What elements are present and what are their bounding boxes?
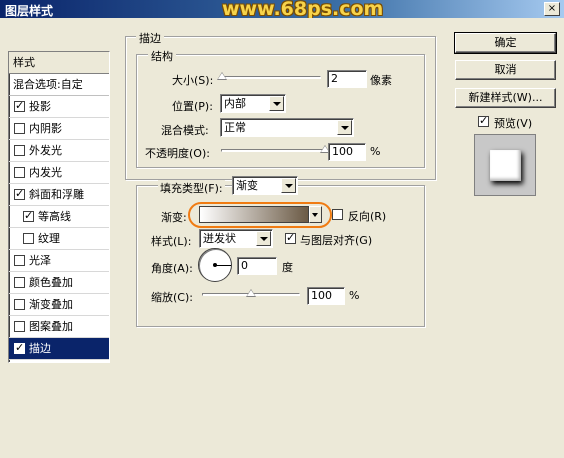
style-checkbox[interactable] [23,233,34,244]
chevron-down-icon[interactable] [309,206,322,223]
angle-input[interactable]: 0 [237,257,277,275]
style-checkbox[interactable] [14,255,25,266]
style-list-item[interactable]: 外发光 [9,140,109,162]
position-select[interactable]: 内部 [220,94,286,113]
position-value: 内部 [224,97,246,110]
opacity-input[interactable]: 100 [328,143,366,161]
angle-dial-hand [215,265,231,266]
size-label: 大小(S): [172,74,214,87]
style-list-item-label: 内阴影 [29,121,62,135]
style-list-header[interactable]: 样式 [9,52,109,74]
size-slider[interactable] [217,72,321,84]
scale-unit: % [349,289,360,302]
style-list-item[interactable]: 内发光 [9,162,109,184]
style-checkbox[interactable] [14,145,25,156]
style-list-item-label: 投影 [29,99,51,113]
style-label: 样式(L): [151,235,192,248]
style-checkbox[interactable] [14,187,25,200]
style-checkbox[interactable] [14,123,25,134]
style-checkbox[interactable] [14,277,25,288]
style-list-item-label: 光泽 [29,253,51,267]
reverse-checkbox[interactable] [332,209,343,220]
style-list-item-label: 颜色叠加 [29,275,73,289]
style-list-item[interactable]: 光泽 [9,250,109,272]
style-list-item-label: 纹理 [38,231,60,245]
fill-type-label: 填充类型(F): [158,180,225,196]
style-list-item[interactable]: 渐变叠加 [9,294,109,316]
style-checkbox[interactable] [23,209,34,222]
style-list-item[interactable]: 内阴影 [9,118,109,140]
opacity-slider[interactable] [221,145,330,157]
style-list-item-label: 斜面和浮雕 [29,187,84,201]
blend-mode-label: 混合模式: [161,124,209,137]
size-input[interactable]: 2 [327,70,367,88]
style-list-item-label: 外发光 [29,143,62,157]
style-list-item-label: 等高线 [38,209,71,223]
blend-mode-value: 正常 [224,121,246,134]
style-preview-thumbnail [474,134,536,196]
style-checkbox[interactable] [14,167,25,178]
style-checkbox[interactable] [14,341,25,354]
reverse-label[interactable]: 反向(R) [348,208,386,224]
gradient-style-select[interactable]: 迸发状 [199,229,273,248]
style-list-item[interactable]: 纹理 [9,228,109,250]
new-style-button[interactable]: 新建样式(W)... [455,88,556,108]
close-button[interactable]: × [544,2,560,16]
stroke-section-title: 描边 [136,30,164,46]
style-list-item-label: 图案叠加 [29,319,73,333]
angle-label: 角度(A): [151,262,193,275]
style-list-item[interactable]: 等高线 [9,206,109,228]
position-label: 位置(P): [172,100,213,113]
angle-dial[interactable] [198,248,232,282]
cancel-button[interactable]: 取消 [455,60,556,80]
style-list-item[interactable]: 投影 [9,96,109,118]
size-slider-thumb[interactable] [217,72,227,80]
align-with-layer-label[interactable]: 与图层对齐(G) [300,232,372,248]
chevron-down-icon[interactable] [281,178,296,193]
style-checkbox[interactable] [14,321,25,332]
size-unit: 像素 [370,74,392,87]
style-list: 样式 混合选项:自定 投影内阴影外发光内发光斜面和浮雕等高线纹理光泽颜色叠加渐变… [8,51,110,363]
scale-label: 缩放(C): [151,291,193,304]
fill-type-select[interactable]: 渐变 [232,176,298,195]
style-list-item-label: 内发光 [29,165,62,179]
opacity-label: 不透明度(O): [145,147,210,160]
style-list-item[interactable]: 描边 [9,338,109,360]
preview-square [490,150,521,181]
blend-options-item[interactable]: 混合选项:自定 [9,74,109,96]
scale-input[interactable]: 100 [307,287,345,305]
fill-type-value: 渐变 [236,179,258,192]
watermark-logo: www.68ps.com [222,0,384,20]
chevron-down-icon[interactable] [256,231,271,246]
style-list-item[interactable]: 颜色叠加 [9,272,109,294]
style-list-item-label: 渐变叠加 [29,297,73,311]
scale-slider[interactable] [202,289,300,301]
chevron-down-icon[interactable] [337,120,352,135]
chevron-down-icon[interactable] [269,96,284,111]
style-list-item-label: 描边 [29,341,51,355]
window-title: 图层样式 [5,4,54,18]
dialog-client: 样式 混合选项:自定 投影内阴影外发光内发光斜面和浮雕等高线纹理光泽颜色叠加渐变… [0,18,564,458]
angle-dial-center [213,263,217,267]
align-with-layer-checkbox[interactable] [285,231,296,244]
blend-mode-select[interactable]: 正常 [220,118,354,137]
preview-checkbox[interactable] [478,114,489,127]
style-list-item[interactable]: 图案叠加 [9,316,109,338]
gradient-picker[interactable] [199,206,309,223]
angle-unit: 度 [282,261,293,274]
style-checkbox[interactable] [14,299,25,310]
preview-label[interactable]: 预览(V) [494,115,532,131]
gradient-style-value: 迸发状 [203,232,236,245]
opacity-unit: % [370,145,381,158]
gradient-label: 渐变: [161,211,187,224]
scale-slider-thumb[interactable] [246,289,256,297]
structure-title: 结构 [148,48,176,64]
style-list-item[interactable]: 斜面和浮雕 [9,184,109,206]
ok-button[interactable]: 确定 [454,32,557,54]
title-bar: 图层样式 www.68ps.com × [0,0,564,20]
style-checkbox[interactable] [14,99,25,112]
